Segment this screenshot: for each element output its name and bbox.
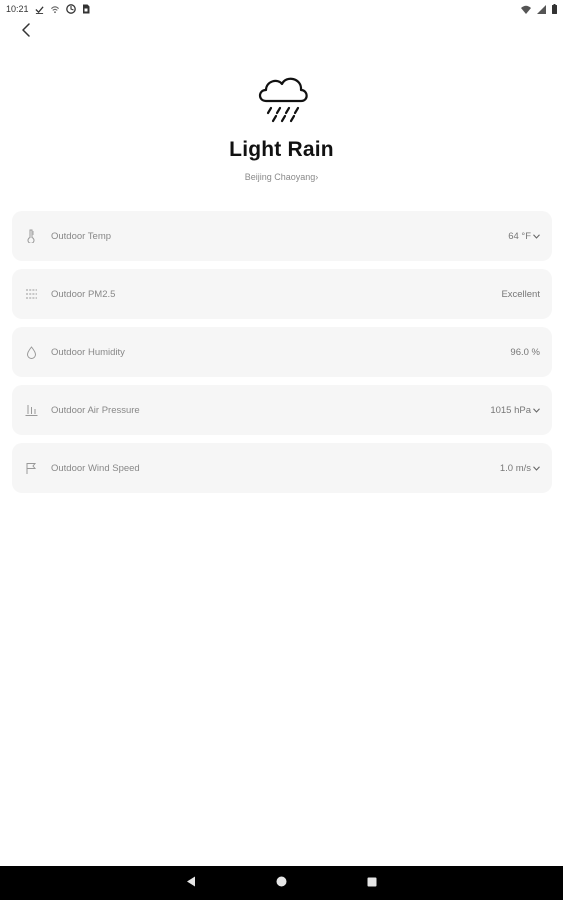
battery-icon [552, 4, 557, 14]
metric-card-outdoor-humidity[interactable]: Outdoor Humidity 96.0 % [12, 327, 552, 377]
metric-value-text: Excellent [501, 288, 540, 300]
metric-label: Outdoor Air Pressure [51, 404, 140, 416]
status-right [521, 4, 557, 14]
nav-home-icon [276, 874, 287, 892]
metric-value: Excellent [501, 289, 540, 300]
status-bar: 10:21 [0, 0, 563, 18]
signal-icon [537, 4, 546, 14]
chevron-left-icon [21, 22, 31, 42]
metric-label: Outdoor Temp [51, 230, 112, 242]
metric-card-outdoor-air-pressure[interactable]: Outdoor Air Pressure 1015 hPa [12, 385, 552, 435]
metrics-list: Outdoor Temp 64 °F Outdoor PM2.5 Excelle… [12, 211, 552, 501]
metric-card-outdoor-pm25[interactable]: Outdoor PM2.5 Excellent [12, 269, 552, 319]
status-time: 10:21 [6, 4, 29, 14]
metric-value: 96.0 % [510, 347, 540, 358]
humidity-icon [24, 345, 38, 359]
nav-recents-button[interactable] [352, 866, 392, 900]
pm25-icon [24, 287, 38, 301]
app-screen: 10:21 Light Rain Beijing Chaoyang› Outdo… [0, 0, 563, 900]
chevron-down-icon [533, 405, 540, 416]
metric-label: Outdoor PM2.5 [51, 288, 116, 300]
wind-flag-icon [24, 461, 38, 475]
metric-value-text: 64 °F [508, 230, 531, 242]
metric-value: 64 °F [508, 231, 540, 242]
metric-card-outdoor-wind-speed[interactable]: Outdoor Wind Speed 1.0 m/s [12, 443, 552, 493]
location-link[interactable]: Beijing Chaoyang› [0, 172, 563, 182]
nav-recents-icon [367, 874, 377, 892]
cloud-rain-icon [254, 70, 310, 126]
wifi-icon [521, 5, 531, 14]
check-icon [34, 5, 44, 14]
metric-card-outdoor-temp[interactable]: Outdoor Temp 64 °F [12, 211, 552, 261]
metric-label: Outdoor Humidity [51, 346, 125, 358]
back-button[interactable] [16, 22, 36, 42]
sim-icon [82, 4, 90, 14]
nav-back-button[interactable] [171, 866, 211, 900]
sync-icon [65, 4, 76, 14]
metric-value: 1015 hPa [490, 405, 540, 416]
metric-value: 1.0 m/s [500, 463, 540, 474]
metric-value-text: 96.0 % [510, 346, 540, 358]
status-left: 10:21 [6, 4, 90, 14]
location-label: Beijing Chaoyang [244, 172, 316, 182]
nav-home-button[interactable] [261, 866, 301, 900]
thermometer-icon [24, 229, 38, 243]
wifi-call-icon [50, 5, 60, 14]
pressure-icon [24, 403, 38, 417]
system-nav-bar [0, 866, 563, 900]
metric-value-text: 1015 hPa [490, 404, 531, 416]
nav-back-icon [186, 874, 196, 892]
weather-condition-title: Light Rain [229, 138, 334, 161]
location-arrow: › [315, 172, 319, 182]
metric-value-text: 1.0 m/s [499, 462, 531, 474]
chevron-down-icon [533, 231, 540, 242]
chevron-down-icon [533, 463, 540, 474]
metric-label: Outdoor Wind Speed [51, 462, 140, 474]
